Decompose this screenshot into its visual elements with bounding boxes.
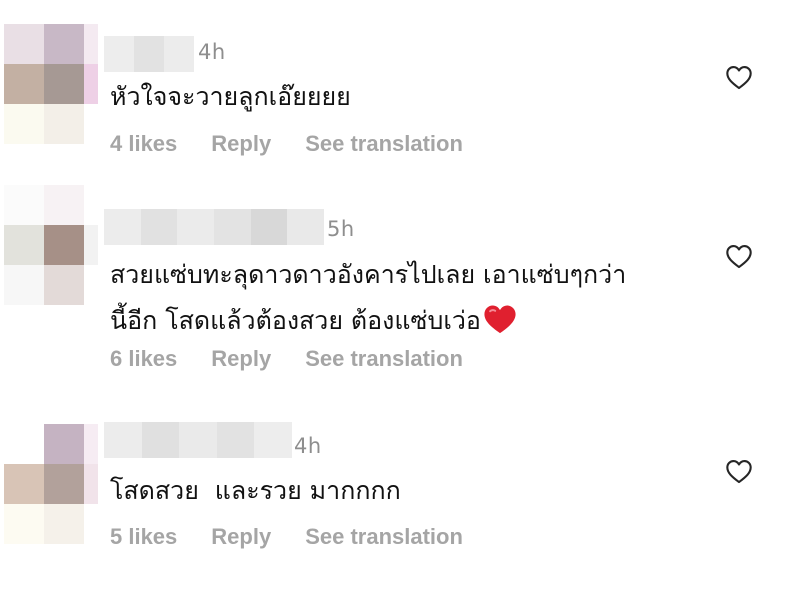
timestamp: 5h — [327, 217, 355, 241]
comment-line: โสดสวย และรวย มากกกก — [110, 476, 401, 505]
comment-item-1: 4h หัวใจจะวายลูกเอ๊ยยยย 4 likes Reply See … — [0, 0, 800, 185]
comment-line: นี้อีก โสดแล้วต้องสวย ต้องแซ่บเว่อ — [110, 306, 481, 335]
likes-count[interactable]: 4 likes — [110, 131, 177, 157]
likes-count[interactable]: 5 likes — [110, 524, 177, 550]
comment-item-3: 4h โสดสวย และรวย มากกกก 5 likes Reply See … — [0, 400, 800, 606]
username-blurred[interactable] — [104, 36, 194, 72]
comment-line-with-emoji: นี้อีก โสดแล้วต้องสวย ต้องแซ่บเว่อ — [110, 298, 626, 344]
username-blurred[interactable] — [104, 422, 292, 458]
reply-button[interactable]: Reply — [211, 346, 271, 372]
reply-button[interactable]: Reply — [211, 131, 271, 157]
timestamp: 4h — [294, 434, 322, 458]
see-translation-link[interactable]: See translation — [305, 346, 463, 372]
timestamp: 4h — [198, 40, 226, 64]
heart-outline-icon[interactable] — [725, 243, 753, 269]
red-heart-emoji-icon — [484, 305, 516, 334]
likes-count[interactable]: 6 likes — [110, 346, 177, 372]
comment-text: หัวใจจะวายลูกเอ๊ยยยย — [110, 74, 351, 120]
comment-line: สวยแซ่บทะลุดาวดาวอังคารไปเลย เอาแซ่บๆกว่… — [110, 260, 627, 289]
reply-button[interactable]: Reply — [211, 524, 271, 550]
comment-line: หัวใจจะวายลูกเอ๊ยยยย — [110, 82, 351, 111]
comment-actions: 5 likes Reply See translation — [110, 524, 497, 550]
heart-outline-icon[interactable] — [725, 458, 753, 484]
avatar[interactable] — [4, 24, 98, 144]
avatar[interactable] — [4, 424, 98, 544]
comment-actions: 4 likes Reply See translation — [110, 131, 497, 157]
see-translation-link[interactable]: See translation — [305, 131, 463, 157]
comment-text: สวยแซ่บทะลุดาวดาวอังคารไปเลย เอาแซ่บๆกว่… — [110, 252, 626, 344]
username-blurred[interactable] — [104, 209, 325, 245]
comment-actions: 6 likes Reply See translation — [110, 346, 497, 372]
avatar[interactable] — [4, 185, 98, 305]
comment-text: โสดสวย และรวย มากกกก — [110, 468, 401, 514]
comment-item-2: 5h สวยแซ่บทะลุดาวดาวอังคารไปเลย เอาแซ่บๆ… — [0, 185, 800, 400]
see-translation-link[interactable]: See translation — [305, 524, 463, 550]
heart-outline-icon[interactable] — [725, 64, 753, 90]
